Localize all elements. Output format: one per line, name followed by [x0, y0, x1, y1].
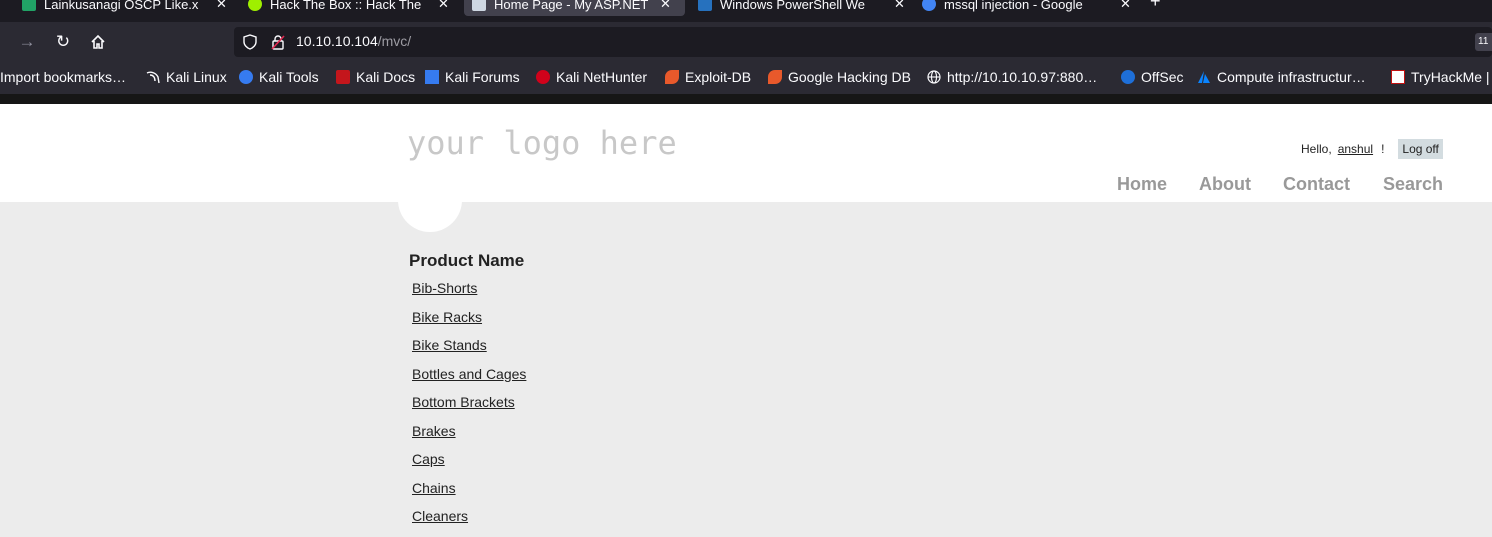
product-list: Bib-Shorts Bike Racks Bike Stands Bottle… — [412, 280, 526, 537]
bookmark-label: TryHackMe | — [1411, 69, 1490, 85]
new-tab-icon[interactable]: + — [1150, 0, 1161, 12]
exclaim-text: ! — [1381, 142, 1385, 156]
site-header: your logo here Hello, anshul ! Log off H… — [0, 104, 1492, 202]
google-icon — [922, 0, 936, 11]
tab-title: Home Page - My ASP.NET — [494, 0, 649, 12]
bookmark-tryhackme[interactable]: TryHackMe | — [1391, 69, 1490, 85]
product-link[interactable]: Bike Racks — [412, 309, 526, 338]
close-icon[interactable]: ✕ — [216, 0, 227, 12]
tab-title: Windows PowerShell We — [720, 0, 865, 12]
bookmark-exploit-db[interactable]: Exploit-DB — [665, 69, 751, 85]
home-icon[interactable] — [87, 31, 109, 53]
bookmark-ghdb[interactable]: Google Hacking DB — [768, 69, 911, 85]
bookmark-kali-forums[interactable]: Kali Forums — [425, 69, 520, 85]
product-link[interactable]: Cleaners — [412, 508, 526, 537]
close-icon[interactable]: ✕ — [438, 0, 449, 12]
username-link[interactable]: anshul — [1338, 142, 1373, 156]
tab-lainkusanagi[interactable]: Lainkusanagi OSCP Like.x ✕ — [22, 0, 227, 16]
menu-home[interactable]: Home — [1117, 174, 1167, 195]
bookmark-label: Kali NetHunter — [556, 69, 648, 85]
bookmark-label: Google Hacking DB — [788, 69, 911, 85]
nethunter-icon — [536, 70, 550, 84]
bookmark-label: OffSec — [1141, 69, 1184, 85]
product-link[interactable]: Brakes — [412, 423, 526, 452]
page-icon — [472, 0, 486, 11]
hackthebox-icon — [248, 0, 262, 11]
menu-contact[interactable]: Contact — [1283, 174, 1350, 195]
tab-title: Lainkusanagi OSCP Like.x — [44, 0, 199, 12]
tab-google[interactable]: mssql injection - Google ✕ — [922, 0, 1131, 16]
bookmark-label: Kali Docs — [356, 69, 416, 85]
product-link[interactable]: Bottom Brackets — [412, 394, 526, 423]
bookmark-offsec[interactable]: OffSec — [1121, 69, 1184, 85]
bookmark-kali-linux[interactable]: Kali Linux — [146, 69, 227, 85]
page-top-strip — [0, 94, 1492, 104]
bookmark-label: Kali Tools — [259, 69, 319, 85]
bookmark-kali-docs[interactable]: Kali Docs — [336, 69, 415, 85]
bookmark-compute-infrastructure[interactable]: Compute infrastructur… — [1197, 69, 1366, 85]
powershell-icon — [698, 0, 712, 11]
kali-docs-icon — [336, 70, 350, 84]
forward-icon[interactable]: → — [16, 31, 38, 53]
spreadsheet-icon — [22, 0, 36, 11]
product-link[interactable]: Bike Stands — [412, 337, 526, 366]
kali-dragon-icon — [146, 70, 160, 84]
hello-text: Hello, — [1301, 142, 1332, 156]
bookmark-label: Kali Forums — [445, 69, 520, 85]
bookmark-label: Import bookmarks… — [0, 69, 127, 85]
bookmark-kali-nethunter[interactable]: Kali NetHunter — [536, 69, 647, 85]
tab-title: mssql injection - Google — [944, 0, 1083, 12]
url-path: /mvc/ — [377, 33, 412, 49]
insecure-lock-icon[interactable] — [270, 34, 286, 55]
bookmark-10-10-10-97[interactable]: http://10.10.10.97:880… — [927, 69, 1097, 85]
menu-about[interactable]: About — [1199, 174, 1251, 195]
tab-powershell[interactable]: Windows PowerShell We ✕ — [698, 0, 905, 16]
kali-tools-icon — [239, 70, 253, 84]
globe-icon — [927, 70, 941, 84]
tab-bar: Lainkusanagi OSCP Like.x ✕ Hack The Box … — [0, 0, 1492, 22]
tryhackme-icon — [1391, 70, 1405, 84]
site-logo[interactable]: your logo here — [407, 124, 677, 162]
offsec-icon — [1121, 70, 1135, 84]
bookmarks-toolbar: Import bookmarks… Kali Linux Kali Tools … — [0, 62, 1492, 94]
bookmark-label: Compute infrastructur… — [1217, 69, 1366, 85]
tab-title: Hack The Box :: Hack The — [270, 0, 422, 12]
log-off-button[interactable]: Log off — [1398, 139, 1443, 159]
navigation-bar: → ↻ 10.10.10.104/mvc/ 11 — [0, 22, 1492, 62]
address-bar[interactable]: 10.10.10.104/mvc/ 11 — [234, 27, 1492, 57]
bookmark-label: Exploit-DB — [685, 69, 752, 85]
login-display: Hello, anshul ! Log off — [1301, 139, 1443, 159]
bookmark-kali-tools[interactable]: Kali Tools — [239, 69, 319, 85]
azure-icon — [1197, 70, 1211, 84]
header-circle — [398, 168, 462, 232]
product-name-heading: Product Name — [409, 251, 525, 270]
product-link[interactable]: Bottles and Cages — [412, 366, 526, 395]
menu-search[interactable]: Search — [1383, 174, 1443, 195]
url-text[interactable]: 10.10.10.104/mvc/ — [296, 33, 411, 49]
url-host: 10.10.10.104 — [296, 33, 378, 49]
close-icon[interactable]: ✕ — [894, 0, 905, 12]
product-link[interactable]: Chains — [412, 480, 526, 509]
kali-forums-icon — [425, 70, 439, 84]
close-icon[interactable]: ✕ — [1120, 0, 1131, 12]
bookmark-label: Kali Linux — [166, 69, 227, 85]
bookmark-label: http://10.10.10.97:880… — [947, 69, 1098, 85]
ghdb-icon — [768, 70, 782, 84]
tab-home-page[interactable]: Home Page - My ASP.NET ✕ — [464, 0, 685, 16]
close-icon[interactable]: ✕ — [660, 0, 671, 12]
reload-icon[interactable]: ↻ — [52, 31, 74, 53]
shield-icon[interactable] — [242, 34, 258, 55]
exploitdb-icon — [665, 70, 679, 84]
tab-hackthebox[interactable]: Hack The Box :: Hack The ✕ — [248, 0, 449, 16]
zoom-badge[interactable]: 11 — [1475, 33, 1492, 51]
product-link[interactable]: Bib-Shorts — [412, 280, 526, 309]
product-link[interactable]: Caps — [412, 451, 526, 480]
bookmark-import[interactable]: Import bookmarks… — [0, 69, 126, 85]
